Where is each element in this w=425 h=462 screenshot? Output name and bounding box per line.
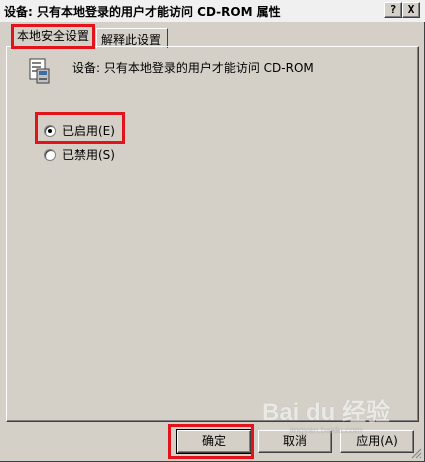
properties-dialog: 设备: 只有本地登录的用户才能访问 CD-ROM 属性 ? X 本地安全设置 解…: [0, 0, 425, 462]
radio-enabled-label: 已启用(E): [62, 124, 115, 138]
policy-computer-icon: [28, 57, 50, 88]
resize-grip-icon[interactable]: [410, 447, 422, 459]
tab-label: 解释此设置: [101, 33, 162, 47]
radio-button[interactable]: [44, 124, 56, 137]
watermark-main: Bai du 经验: [261, 399, 390, 426]
baidu-watermark: Bai du 经验 jingyan.baidu.com: [262, 392, 390, 435]
setting-description: 设备: 只有本地登录的用户才能访问 CD-ROM: [72, 61, 314, 75]
tab-panel: [6, 46, 419, 422]
ok-button[interactable]: 确定: [176, 429, 252, 454]
title-bar[interactable]: 设备: 只有本地登录的用户才能访问 CD-ROM 属性 ? X: [0, 0, 425, 22]
tab-label: 本地安全设置: [17, 29, 90, 43]
radio-disabled-label: 已禁用(S): [62, 148, 115, 162]
tab-local-security-setting[interactable]: 本地安全设置: [12, 24, 94, 48]
radio-disabled[interactable]: 已禁用(S): [44, 146, 115, 163]
radio-button[interactable]: [44, 148, 56, 161]
radio-selected-dot: [48, 128, 52, 133]
help-button[interactable]: ?: [384, 2, 402, 18]
close-button[interactable]: X: [402, 2, 420, 18]
radio-enabled[interactable]: 已启用(E): [44, 122, 115, 139]
window-title: 设备: 只有本地登录的用户才能访问 CD-ROM 属性: [4, 5, 281, 19]
tab-explain-setting[interactable]: 解释此设置: [96, 28, 168, 48]
